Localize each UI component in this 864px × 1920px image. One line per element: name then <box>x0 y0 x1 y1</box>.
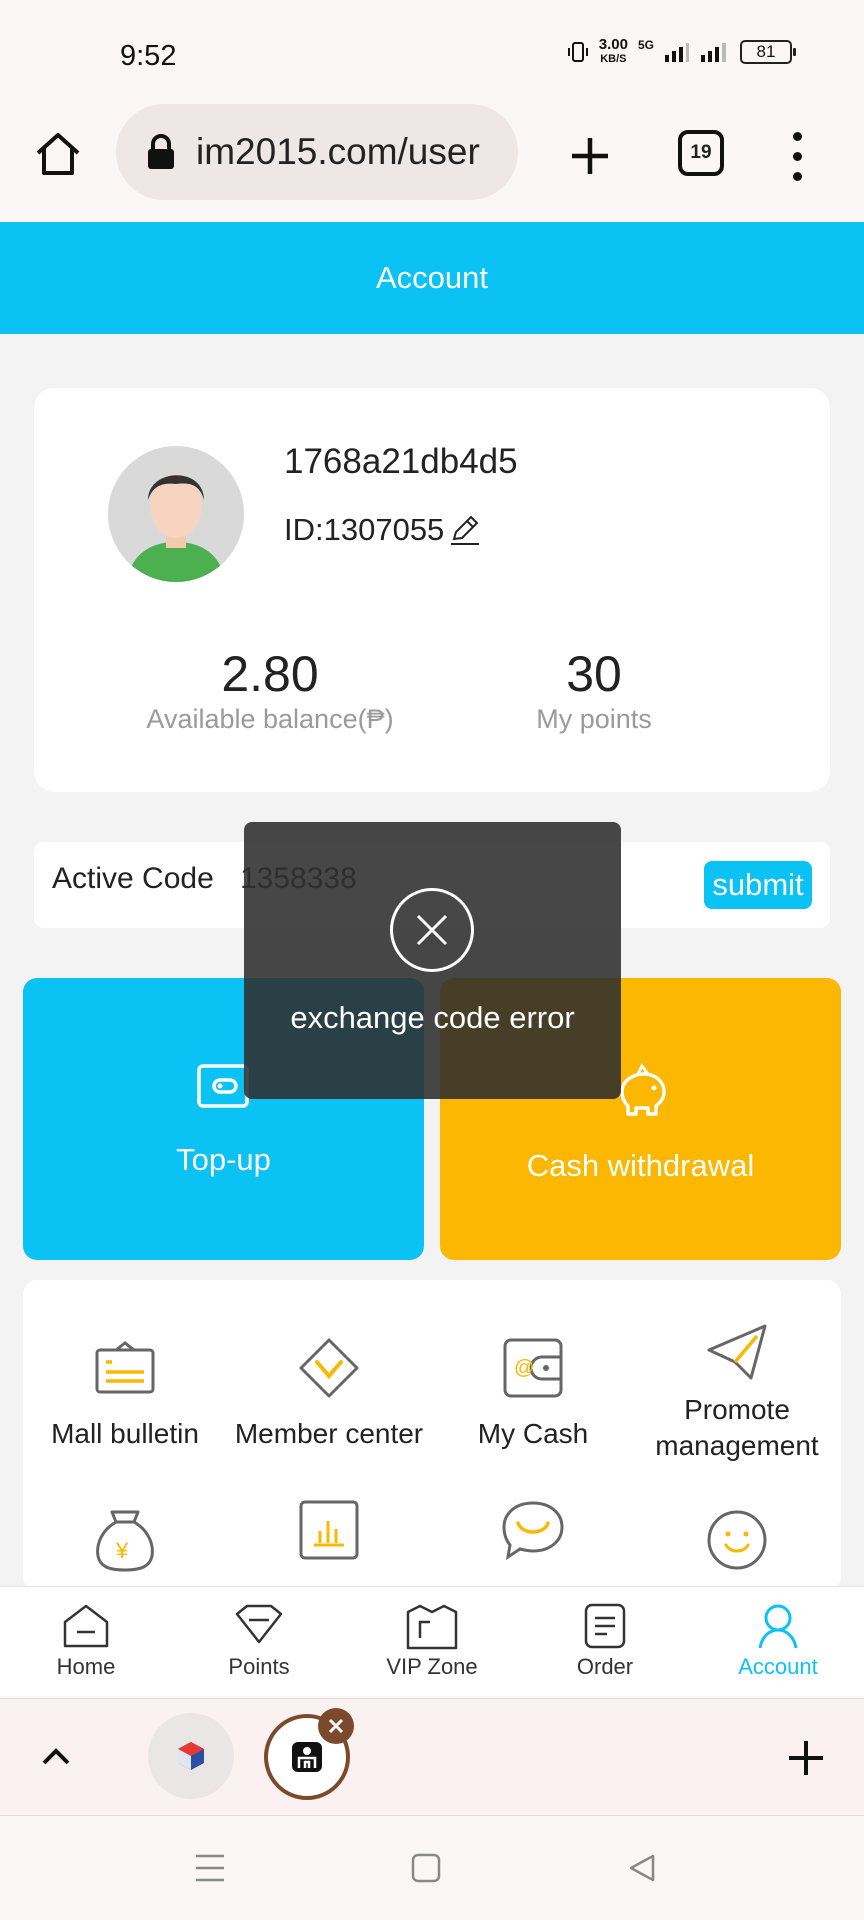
status-time: 9:52 <box>120 40 177 72</box>
menu-item-my-cash[interactable]: @ My Cash <box>431 1328 635 1452</box>
signal-icon <box>665 43 689 62</box>
signal-2-icon <box>701 43 726 62</box>
piggy-bank-icon <box>614 1062 670 1123</box>
page-header: Account <box>0 222 864 334</box>
svg-text:@: @ <box>514 1357 534 1379</box>
close-circle-icon <box>390 888 474 972</box>
menu-lines-icon <box>196 1854 224 1882</box>
status-icons: 3.00 KB/S 5G 81 <box>567 36 796 66</box>
url-text: im2015.com/user <box>196 131 480 172</box>
active-code-label: Active Code <box>52 862 214 895</box>
vip-zone-icon <box>406 1604 458 1650</box>
app-favicon-icon <box>292 1742 322 1772</box>
tab-group-bar <box>0 1698 864 1816</box>
nav-item-account[interactable]: Account <box>703 1602 853 1680</box>
smiley-icon <box>706 1500 768 1580</box>
balance-label: Available balance(₱) <box>146 704 394 734</box>
submit-button[interactable]: submit <box>704 861 812 909</box>
menu-item-chat[interactable] <box>431 1490 635 1570</box>
net-speed-value: 3.00 <box>598 36 628 53</box>
tab-count: 19 <box>690 142 712 163</box>
recent-apps-button[interactable] <box>190 1848 230 1888</box>
svg-text:¥: ¥ <box>115 1538 129 1563</box>
net-speed: 3.00 KB/S <box>598 36 628 66</box>
avatar-icon <box>108 446 244 582</box>
nav-label: Account <box>738 1654 818 1679</box>
menu-item-label: Mall bulletin <box>51 1418 199 1449</box>
tab-group-add-button[interactable] <box>782 1734 830 1782</box>
square-icon <box>411 1853 441 1883</box>
user-id: ID:1307055 <box>284 512 445 547</box>
url-bar[interactable]: im2015.com/user <box>116 104 518 200</box>
back-system-button[interactable] <box>622 1848 662 1888</box>
tab-close-button[interactable] <box>318 1708 354 1744</box>
account-person-icon <box>758 1604 798 1649</box>
menu-item-smiley[interactable] <box>635 1500 839 1580</box>
paper-plane-icon <box>705 1320 769 1384</box>
back-triangle-icon <box>629 1854 655 1882</box>
avatar[interactable] <box>108 442 244 586</box>
balance-value: 2.80 <box>221 646 319 702</box>
wallet-card-icon <box>196 1063 250 1114</box>
tab-group-expand-button[interactable] <box>36 1736 76 1776</box>
new-tab-button[interactable] <box>560 126 620 186</box>
cash-withdrawal-label: Cash withdrawal <box>526 1148 755 1183</box>
tab-group-tab[interactable] <box>148 1713 234 1799</box>
menu-item-promote-management[interactable]: Promote management <box>635 1320 839 1464</box>
edit-pencil-icon[interactable] <box>448 513 482 547</box>
menu-grid: Mall bulletin Member center @ My Cash Pr… <box>23 1280 841 1590</box>
close-icon <box>328 1718 344 1734</box>
nav-label: VIP Zone <box>386 1654 478 1679</box>
chart-icon <box>298 1490 360 1570</box>
nav-item-vip-zone[interactable]: VIP Zone <box>357 1602 507 1680</box>
tab-switcher-button[interactable]: 19 <box>678 130 724 176</box>
nav-item-home[interactable]: Home <box>11 1602 161 1680</box>
nav-label: Home <box>56 1654 116 1679</box>
diamond-icon <box>297 1328 361 1408</box>
vibrate-icon <box>567 42 588 62</box>
battery-icon: 81 <box>740 40 796 64</box>
wallet-icon: @ <box>502 1328 564 1408</box>
menu-item-label: My Cash <box>477 1418 589 1449</box>
menu-item-label: Member center <box>234 1418 424 1449</box>
nav-label: Points <box>228 1654 290 1679</box>
points-label: My points <box>536 704 652 734</box>
username: 1768a21db4d5 <box>284 442 518 481</box>
home-icon <box>36 133 80 175</box>
home-icon <box>63 1604 109 1648</box>
plus-icon <box>572 138 608 174</box>
home-system-button[interactable] <box>406 1848 446 1888</box>
nav-label: Order <box>576 1654 634 1679</box>
bulletin-icon <box>94 1328 156 1408</box>
browser-menu-button[interactable] <box>782 126 812 186</box>
browser-home-button[interactable] <box>30 126 86 182</box>
network-type: 5G <box>637 38 654 52</box>
user-id-row: ID:1307055 <box>284 512 482 548</box>
page-title: Account <box>375 260 488 295</box>
money-bag-icon: ¥ <box>94 1500 156 1580</box>
toast-message: exchange code error <box>290 1000 575 1035</box>
site-favicon-icon <box>178 1742 204 1770</box>
battery-level: 81 <box>756 42 776 61</box>
nav-item-points[interactable]: Points <box>184 1602 334 1680</box>
menu-item-money-bag[interactable]: ¥ <box>23 1500 227 1580</box>
menu-item-mall-bulletin[interactable]: Mall bulletin <box>23 1328 227 1452</box>
net-speed-unit: KB/S <box>600 53 627 65</box>
points-value: 30 <box>566 646 622 702</box>
chat-icon <box>500 1490 566 1570</box>
menu-item-member-center[interactable]: Member center <box>227 1328 431 1452</box>
order-list-icon <box>584 1603 626 1649</box>
menu-item-label: Promote management <box>655 1394 819 1461</box>
nav-item-order[interactable]: Order <box>530 1602 680 1680</box>
topup-label: Top-up <box>176 1142 271 1177</box>
menu-item-chart[interactable] <box>227 1490 431 1570</box>
diamond-icon <box>235 1604 283 1644</box>
chevron-up-icon <box>42 1748 70 1765</box>
plus-icon <box>789 1741 823 1775</box>
lock-icon <box>148 134 174 169</box>
